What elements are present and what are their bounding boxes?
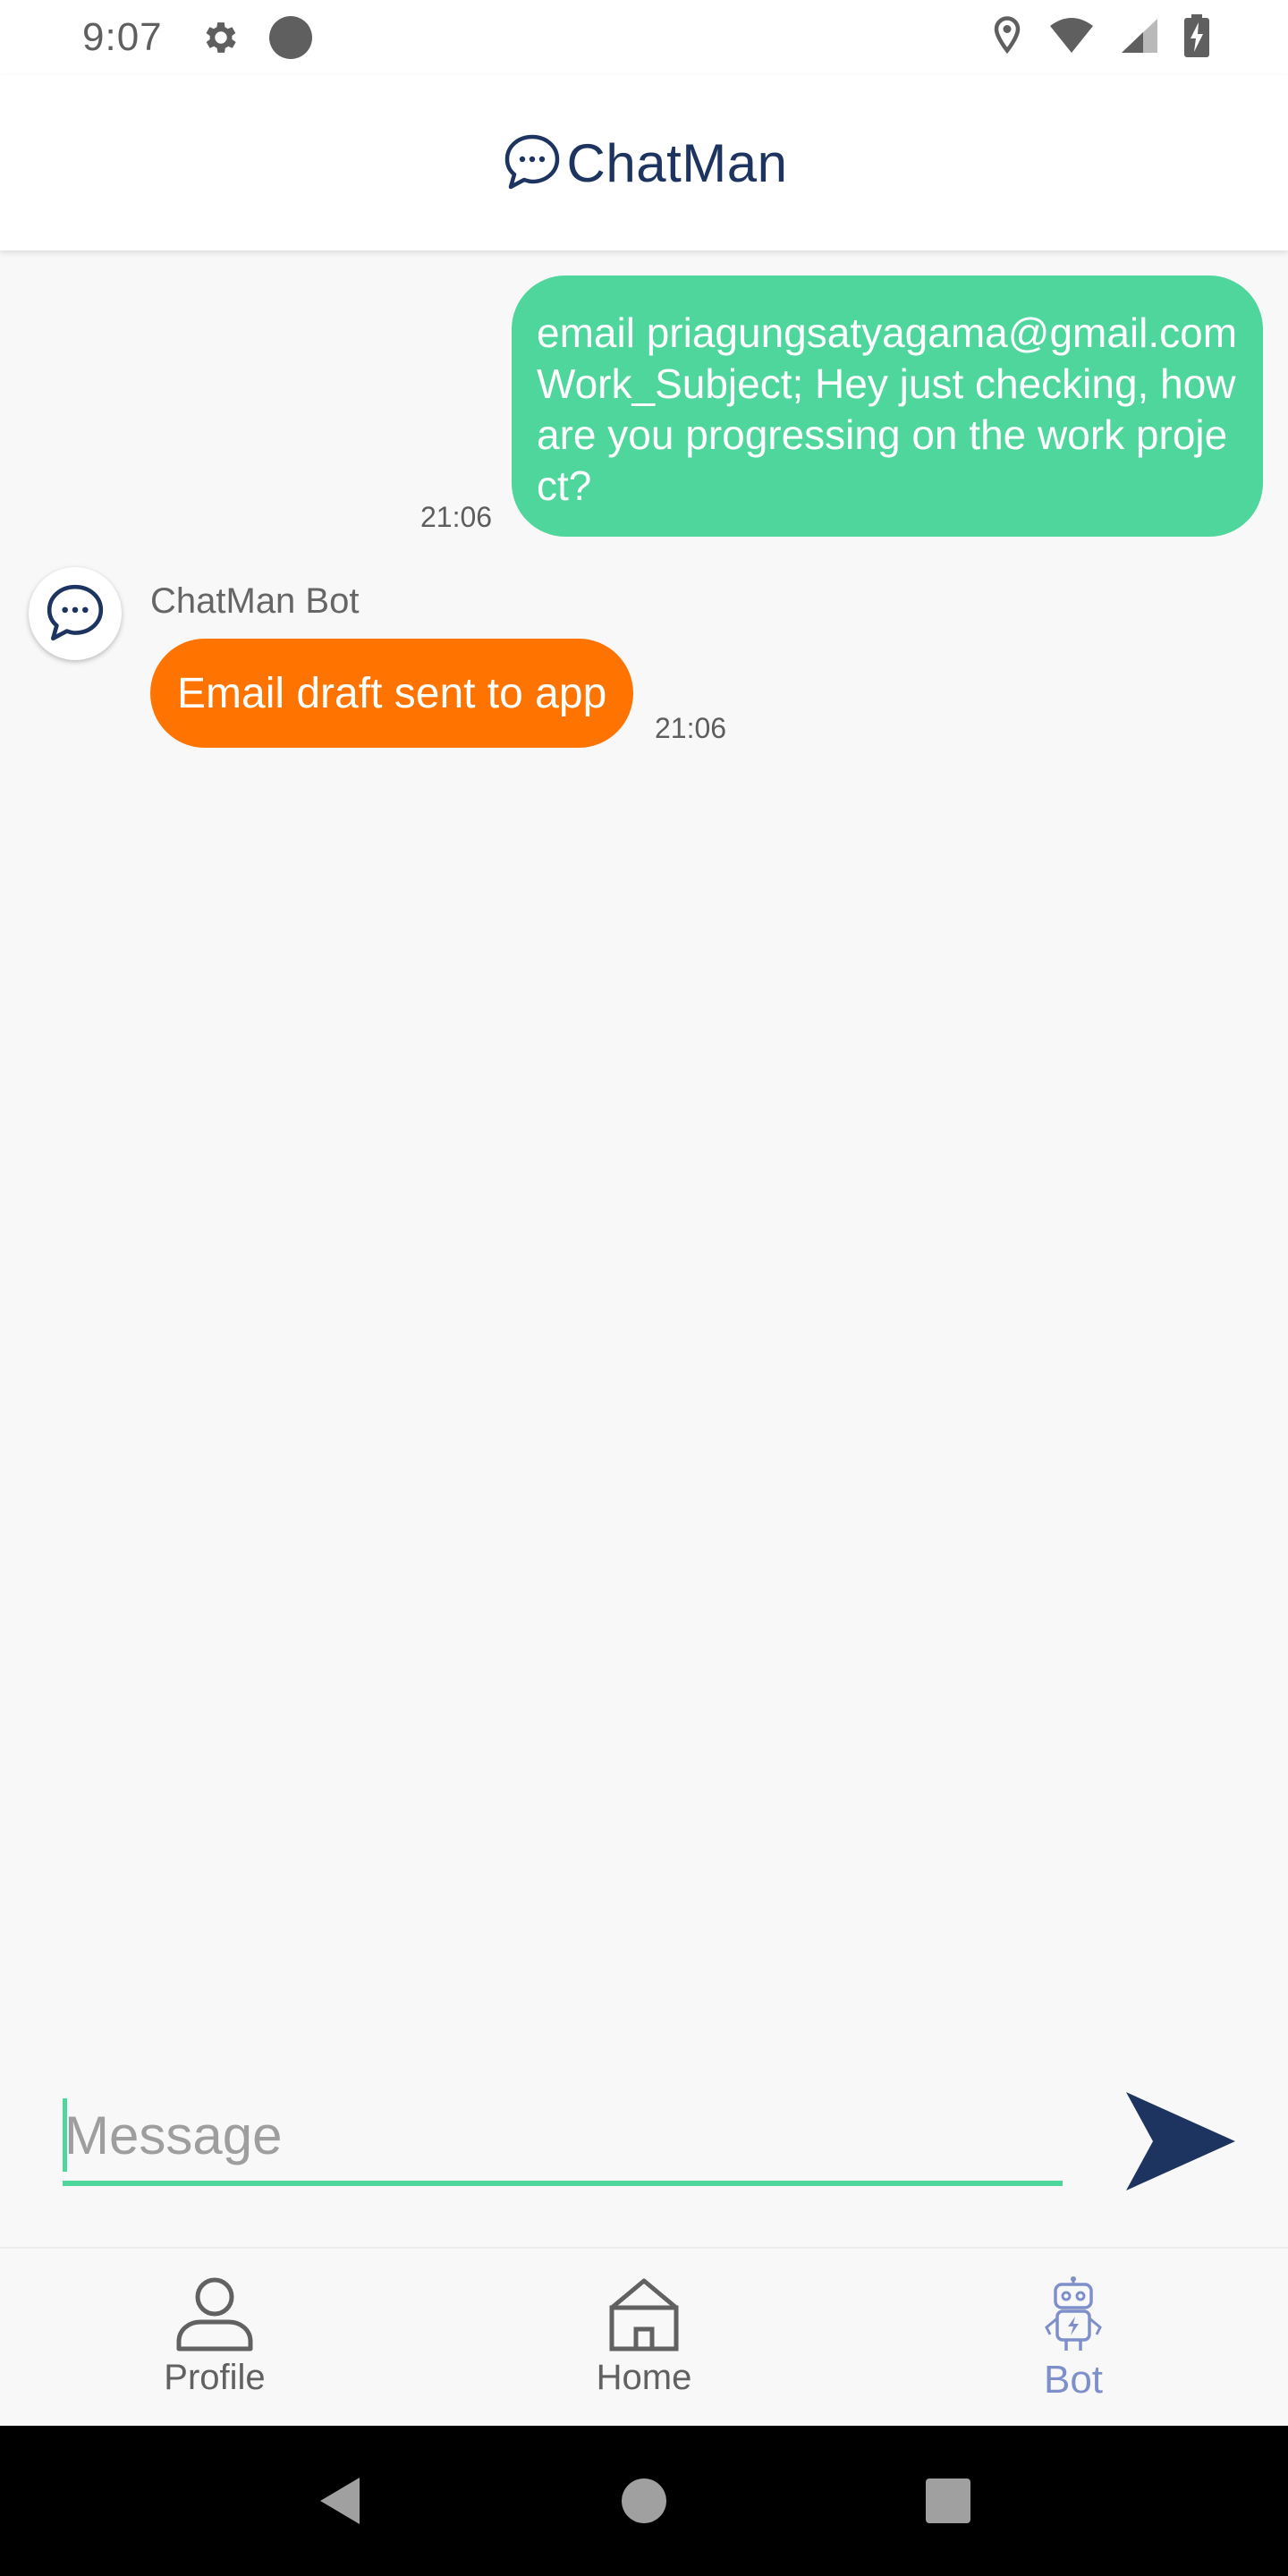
robot-icon [1045, 2276, 1102, 2351]
notification-dot-icon [268, 15, 313, 60]
back-triangle-icon [320, 2478, 360, 2524]
home-circle-icon [622, 2479, 666, 2523]
nav-label-home: Home [596, 2358, 692, 2397]
person-icon [176, 2277, 253, 2351]
system-back-button[interactable] [295, 2456, 385, 2546]
signal-icon [1120, 17, 1159, 55]
bot-avatar [29, 567, 122, 660]
settings-gear-icon [200, 17, 242, 58]
chat-bubble-icon [47, 584, 104, 641]
send-button[interactable] [1120, 2088, 1241, 2195]
recents-square-icon [926, 2479, 970, 2523]
battery-charging-icon [1184, 14, 1209, 57]
composer [0, 2066, 1288, 2245]
message-input[interactable] [63, 2089, 1063, 2186]
nav-item-home[interactable]: Home [429, 2249, 859, 2428]
system-recents-button[interactable] [903, 2456, 993, 2546]
app-title: ChatMan [566, 132, 788, 193]
user-message-bubble: email priagungsatyagama@gmail.com Work_S… [512, 275, 1263, 537]
nav-label-profile: Profile [164, 2358, 266, 2397]
bot-message-bubble: Email draft sent to app [150, 639, 634, 748]
user-message-time: 21:06 [420, 501, 493, 533]
system-nav-bar [0, 2426, 1288, 2576]
bot-name: ChatMan Bot [150, 581, 360, 621]
chat-bubble-logo-icon [501, 131, 564, 194]
status-left-icons [200, 15, 313, 60]
nav-item-profile[interactable]: Profile [0, 2249, 429, 2428]
text-caret [63, 2098, 67, 2172]
nav-label-bot: Bot [1043, 2358, 1104, 2402]
send-arrow-icon [1126, 2092, 1235, 2190]
wifi-icon [1048, 17, 1095, 55]
status-bar: 9:07 [0, 0, 1288, 75]
bot-message-time: 21:06 [655, 712, 727, 744]
system-home-button[interactable] [599, 2456, 689, 2546]
status-right-icons [991, 14, 1209, 57]
bottom-nav: Profile Home Bot [0, 2247, 1288, 2426]
status-time: 9:07 [82, 15, 163, 59]
nav-item-bot[interactable]: Bot [859, 2249, 1288, 2428]
home-icon [609, 2278, 679, 2351]
location-icon [991, 15, 1023, 56]
app-header: ChatMan [0, 75, 1288, 250]
chat-area: email priagungsatyagama@gmail.com Work_S… [0, 250, 1288, 2066]
brand: ChatMan [501, 131, 788, 194]
